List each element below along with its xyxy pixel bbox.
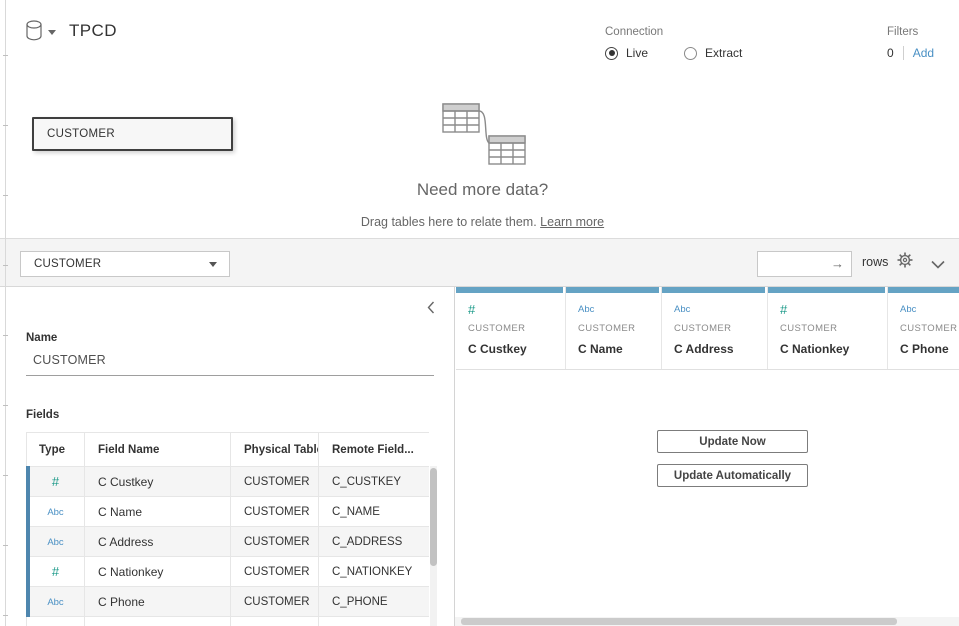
number-type-icon: # bbox=[52, 564, 59, 579]
name-value[interactable]: CUSTOMER bbox=[33, 353, 106, 367]
string-type-icon: Abc bbox=[47, 597, 63, 608]
filters-add-link[interactable]: Add bbox=[913, 46, 934, 60]
row-count-field: → bbox=[757, 251, 852, 277]
row-count-input[interactable] bbox=[762, 252, 828, 276]
scrollbar-thumb[interactable] bbox=[461, 618, 897, 625]
col-header-remote-field[interactable]: Remote Field... bbox=[319, 433, 430, 467]
canvas-table-customer[interactable]: CUSTOMER bbox=[32, 117, 233, 151]
string-type-icon: Abc bbox=[47, 507, 63, 518]
empty-state-hint: Drag tables here to relate them. Learn m… bbox=[6, 215, 959, 229]
bottom-section: Name CUSTOMER Fields Type Field Name Phy… bbox=[0, 287, 959, 626]
col-header-type[interactable]: Type bbox=[27, 433, 85, 467]
grid-header-row: # CUSTOMER C Custkey Abc CUSTOMER C Name… bbox=[456, 287, 959, 370]
ruler-tick bbox=[3, 55, 8, 56]
apply-rows-arrow-icon[interactable]: → bbox=[831, 256, 844, 271]
connection-section: Connection Live Extract bbox=[605, 26, 778, 60]
table-row[interactable]: Abc C Phone CUSTOMER C_PHONE bbox=[27, 587, 430, 617]
grid-column-c-name[interactable]: Abc CUSTOMER C Name bbox=[566, 287, 662, 369]
database-icon[interactable] bbox=[25, 20, 43, 41]
relationship-canvas: CUSTOMER bbox=[6, 90, 959, 238]
radio-unselected-icon[interactable] bbox=[684, 47, 697, 60]
fields-table: Type Field Name Physical Table Remote Fi… bbox=[26, 432, 429, 626]
grid-column-c-phone[interactable]: Abc CUSTOMER C Phone bbox=[888, 287, 959, 369]
string-type-icon: Abc bbox=[47, 537, 63, 548]
ruler-tick bbox=[3, 615, 8, 616]
filters-count: 0 bbox=[887, 46, 894, 60]
datasource-header: TPCD Connection Live Extract Filters 0 A… bbox=[0, 0, 959, 90]
string-type-icon: Abc bbox=[578, 304, 661, 316]
ruler-tick bbox=[3, 125, 8, 126]
empty-state-title: Need more data? bbox=[6, 180, 959, 200]
radio-selected-icon[interactable] bbox=[605, 47, 618, 60]
fields-table-header-row: Type Field Name Physical Table Remote Fi… bbox=[27, 433, 430, 467]
related-tables-illustration-icon bbox=[425, 98, 545, 178]
table-row[interactable]: # C Nationkey CUSTOMER C_NATIONKEY bbox=[27, 557, 430, 587]
column-accent-stripe bbox=[662, 287, 765, 293]
gear-icon[interactable] bbox=[897, 252, 913, 273]
ruler-tick bbox=[3, 265, 8, 266]
data-preview-grid: # CUSTOMER C Custkey Abc CUSTOMER C Name… bbox=[456, 287, 959, 626]
chevron-down-icon bbox=[209, 262, 217, 267]
grid-column-c-address[interactable]: Abc CUSTOMER C Address bbox=[662, 287, 768, 369]
name-label: Name bbox=[26, 332, 57, 344]
table-row[interactable]: # C Custkey CUSTOMER C_CUSTKEY bbox=[27, 467, 430, 497]
column-accent-stripe bbox=[768, 287, 885, 293]
ruler-tick bbox=[3, 335, 8, 336]
number-type-icon: # bbox=[780, 304, 887, 316]
table-row-partial[interactable] bbox=[27, 617, 430, 626]
string-type-icon: Abc bbox=[674, 304, 767, 316]
database-menu-caret-icon[interactable] bbox=[48, 30, 56, 35]
table-details-panel: Name CUSTOMER Fields Type Field Name Phy… bbox=[0, 287, 455, 626]
learn-more-link[interactable]: Learn more bbox=[540, 215, 604, 229]
column-accent-stripe bbox=[456, 287, 563, 293]
fields-label: Fields bbox=[26, 409, 59, 421]
preview-toolbar: CUSTOMER → rows bbox=[0, 238, 959, 287]
fields-table-scrollbar[interactable] bbox=[430, 466, 437, 626]
grid-column-c-custkey[interactable]: # CUSTOMER C Custkey bbox=[456, 287, 566, 369]
connection-extract-radio[interactable]: Extract bbox=[684, 46, 742, 60]
col-header-field-name[interactable]: Field Name bbox=[85, 433, 231, 467]
update-automatically-button[interactable]: Update Automatically bbox=[657, 464, 808, 487]
collapse-preview-chevron-icon[interactable] bbox=[931, 256, 945, 274]
table-selector-dropdown[interactable]: CUSTOMER bbox=[20, 251, 230, 277]
table-row[interactable]: Abc C Name CUSTOMER C_NAME bbox=[27, 497, 430, 527]
connection-label: Connection bbox=[605, 26, 778, 38]
filters-label: Filters bbox=[887, 26, 934, 38]
grid-column-c-nationkey[interactable]: # CUSTOMER C Nationkey bbox=[768, 287, 888, 369]
number-type-icon: # bbox=[52, 474, 59, 489]
collapse-panel-icon[interactable] bbox=[427, 301, 435, 319]
name-input-underline bbox=[26, 375, 434, 376]
col-header-physical-table[interactable]: Physical Table bbox=[231, 433, 319, 467]
ruler-tick bbox=[3, 475, 8, 476]
connection-live-radio[interactable]: Live bbox=[605, 46, 648, 60]
left-pane-edge bbox=[5, 0, 6, 626]
grid-horizontal-scrollbar[interactable] bbox=[455, 617, 959, 626]
tableau-datasource-page: TPCD Connection Live Extract Filters 0 A… bbox=[0, 0, 959, 626]
selected-rows-stripe bbox=[26, 466, 30, 617]
table-row[interactable]: Abc C Address CUSTOMER C_ADDRESS bbox=[27, 527, 430, 557]
ruler-tick bbox=[3, 405, 8, 406]
column-accent-stripe bbox=[888, 287, 959, 293]
string-type-icon: Abc bbox=[900, 304, 959, 316]
ruler-tick bbox=[3, 545, 8, 546]
ruler-tick bbox=[3, 195, 8, 196]
update-now-button[interactable]: Update Now bbox=[657, 430, 808, 453]
rows-label: rows bbox=[862, 255, 888, 269]
column-accent-stripe bbox=[566, 287, 659, 293]
datasource-title[interactable]: TPCD bbox=[69, 21, 117, 41]
scrollbar-thumb[interactable] bbox=[430, 468, 437, 566]
divider bbox=[903, 46, 904, 60]
filters-section: Filters 0 Add bbox=[887, 26, 934, 60]
number-type-icon: # bbox=[468, 304, 565, 316]
